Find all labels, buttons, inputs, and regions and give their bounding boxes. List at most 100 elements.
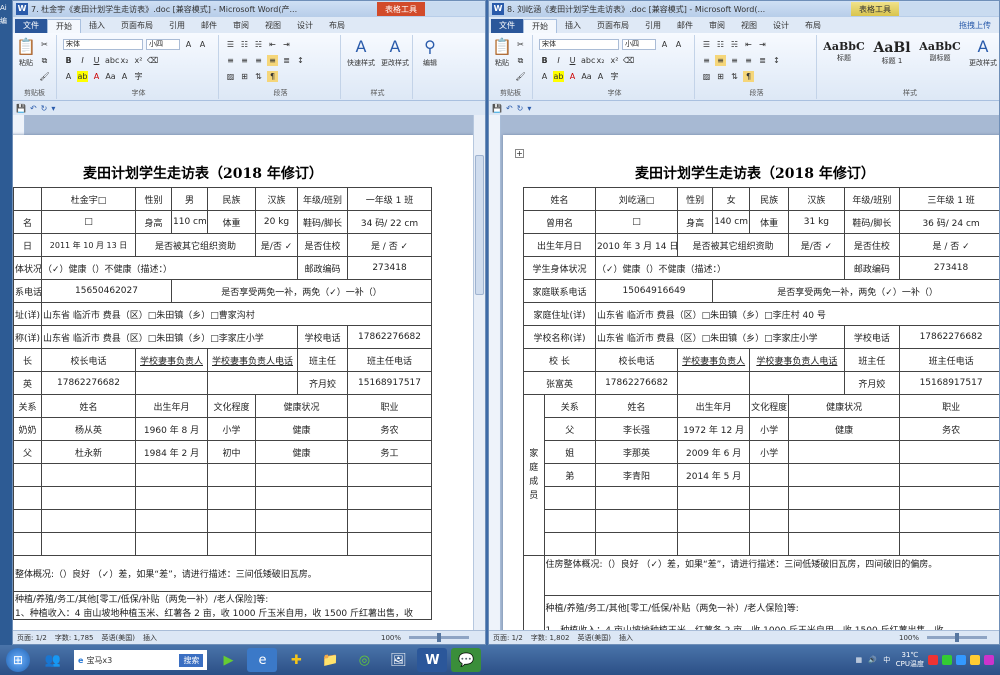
tab-references[interactable]: 引用 (161, 19, 193, 33)
insert-mode[interactable]: 插入 (619, 633, 633, 643)
borders-icon[interactable]: ⊞ (239, 71, 250, 82)
cell[interactable]: 学校电话 (843, 325, 901, 349)
tray-app-icon[interactable] (984, 655, 994, 665)
change-styles-button[interactable]: A 更改样式 (967, 37, 999, 68)
cell[interactable]: 小学 (749, 417, 790, 441)
clear-format-icon[interactable]: ⌫ (623, 55, 634, 66)
cell[interactable]: 整体概况:（）良好 （✓）差，如果“差”，请进行描述：三间低矮破旧瓦房。 (13, 555, 433, 592)
tray-app-icon[interactable] (928, 655, 938, 665)
subscript-icon[interactable]: x₂ (595, 55, 606, 66)
cell[interactable]: 1960 年 8 月 (135, 417, 209, 441)
cell[interactable]: 址(详) (13, 302, 42, 326)
sort-icon[interactable]: ⇅ (729, 71, 740, 82)
cell[interactable]: 班主任电话 (899, 348, 999, 372)
cell[interactable]: 是 / 否 ✓ (899, 233, 999, 257)
cell[interactable]: 是否住校 (843, 233, 901, 257)
cell[interactable]: 日 (13, 233, 42, 257)
cell[interactable]: 身高 (135, 210, 173, 234)
numbering-icon[interactable]: ☷ (715, 39, 726, 50)
cell[interactable]: 父 (13, 440, 42, 464)
tab-mailings[interactable]: 邮件 (669, 19, 701, 33)
page-count[interactable]: 页面: 1/2 (493, 633, 523, 643)
borders-icon[interactable]: ⊞ (715, 71, 726, 82)
cell[interactable]: 关系 (543, 394, 596, 418)
tab-review[interactable]: 审阅 (225, 19, 257, 33)
cell[interactable]: □ (594, 210, 679, 234)
cpu-temp[interactable]: 31℃ CPU温度 (896, 651, 924, 669)
format-painter-icon[interactable]: 🖌 (515, 71, 526, 82)
redo-icon[interactable]: ↻ (517, 104, 524, 113)
save-icon[interactable]: 💾 (16, 104, 26, 113)
cell[interactable]: 姓名 (594, 394, 679, 418)
language[interactable]: 英语(美国) (101, 633, 134, 643)
title-bar[interactable]: W 7. 杜金宇《麦田计划学生走访表》.doc [兼容模式] - Microso… (13, 1, 485, 17)
cell[interactable]: 李那英 (594, 440, 679, 464)
cell[interactable]: 姐 (543, 440, 596, 464)
cell[interactable]: 年级/班别 (297, 187, 349, 211)
underline-icon[interactable]: U (567, 55, 578, 66)
cell[interactable]: 校长电话 (594, 348, 679, 372)
cut-icon[interactable]: ✂ (39, 39, 50, 50)
font-name-combo[interactable]: 宋体 (63, 39, 143, 50)
cell[interactable]: 校 长 (523, 348, 596, 372)
cell[interactable]: 奶奶 (13, 417, 42, 441)
cell[interactable]: 学校妻事负责人电话 (749, 348, 845, 372)
tab-insert[interactable]: 插入 (557, 19, 589, 33)
cell[interactable]: 1972 年 12 月 (677, 417, 751, 441)
shading-icon[interactable]: ▨ (701, 71, 712, 82)
cell[interactable]: 山东省 临沂市 费县（区）□朱田镇（乡）□李家庄小学 (594, 325, 845, 349)
cell[interactable]: 2010 年 3 月 14 日 (594, 233, 679, 257)
char-border-icon[interactable]: A (197, 39, 208, 50)
cell[interactable]: 年级/班别 (843, 187, 901, 211)
scroll-thumb[interactable] (475, 155, 484, 295)
align-left-icon[interactable]: ≡ (225, 55, 236, 66)
cell[interactable]: 是否被其它组织资助 (135, 233, 257, 257)
cell[interactable]: 李长强 (594, 417, 679, 441)
cell[interactable]: 身高 (677, 210, 714, 234)
cell[interactable]: 三年级 1 班 (899, 187, 999, 211)
zoom-slider[interactable] (409, 633, 469, 642)
cell[interactable]: 杨从英 (40, 417, 137, 441)
cell[interactable]: 张富英 (523, 371, 596, 395)
cell[interactable]: 齐月姣 (297, 371, 349, 395)
cell[interactable]: 学校妻事负责人电话 (207, 348, 299, 372)
justify-icon[interactable]: ≡ (267, 55, 278, 66)
style-title[interactable]: AaBbC 标题 (821, 39, 867, 79)
tab-file[interactable]: 文件 (15, 19, 47, 33)
tab-review[interactable]: 审阅 (701, 19, 733, 33)
redo-icon[interactable]: ↻ (41, 104, 48, 113)
align-right-icon[interactable]: ≡ (253, 55, 264, 66)
undo-icon[interactable]: ↶ (506, 104, 513, 113)
cell[interactable]: 2014 年 5 月 (677, 463, 751, 487)
title-bar[interactable]: W 8. 刘屹涵《麦田计划学生走访表》.doc [兼容模式] - Microso… (489, 1, 999, 17)
highlight-icon[interactable]: ab (553, 71, 564, 82)
word-count[interactable]: 字数: 1,802 (531, 633, 570, 643)
cell[interactable]: 邮政编码 (297, 256, 349, 280)
cell[interactable]: 姓名 (523, 187, 596, 211)
cell[interactable]: 体重 (749, 210, 790, 234)
cell[interactable]: 17862276682 (594, 371, 679, 395)
tray-app-icon[interactable] (942, 655, 952, 665)
cell[interactable]: 鞋码/脚长 (843, 210, 901, 234)
search-button[interactable]: 搜索 (179, 653, 204, 667)
cell[interactable] (788, 440, 901, 464)
cell[interactable]: 学校电话 (297, 325, 349, 349)
cell[interactable]: 班主任 (843, 348, 901, 372)
cell[interactable]: 17862276682 (899, 325, 999, 349)
quick-styles-button[interactable]: A 快速样式 (345, 37, 377, 68)
cell[interactable]: 是 / 否 ✓ (347, 233, 433, 257)
cell[interactable]: 种植/养殖/务工/其他[零工/低保/补贴（两免一补）/老人保险]等: (543, 595, 999, 619)
security-icon[interactable]: ✚ (281, 648, 311, 672)
page-count[interactable]: 页面: 1/2 (17, 633, 47, 643)
tab-home[interactable]: 开始 (47, 19, 81, 33)
cell[interactable]: 17862276682 (347, 325, 433, 349)
save-icon[interactable]: 💾 (492, 104, 502, 113)
cell[interactable]: 种植/养殖/务工/其他[零工/低保/补贴（两免一补）/老人保险]等: (13, 591, 433, 606)
tab-page-layout[interactable]: 页面布局 (589, 19, 637, 33)
cell[interactable]: 山东省 临沂市 费县（区）□朱田镇（乡）□李家庄小学 (40, 325, 299, 349)
distribute-icon[interactable]: ≣ (281, 55, 292, 66)
text-effect-icon[interactable]: A (539, 71, 550, 82)
cell[interactable]: 健康 (255, 440, 349, 464)
cell[interactable]: 2009 年 6 月 (677, 440, 751, 464)
cell[interactable]: 班主任 (297, 348, 349, 372)
